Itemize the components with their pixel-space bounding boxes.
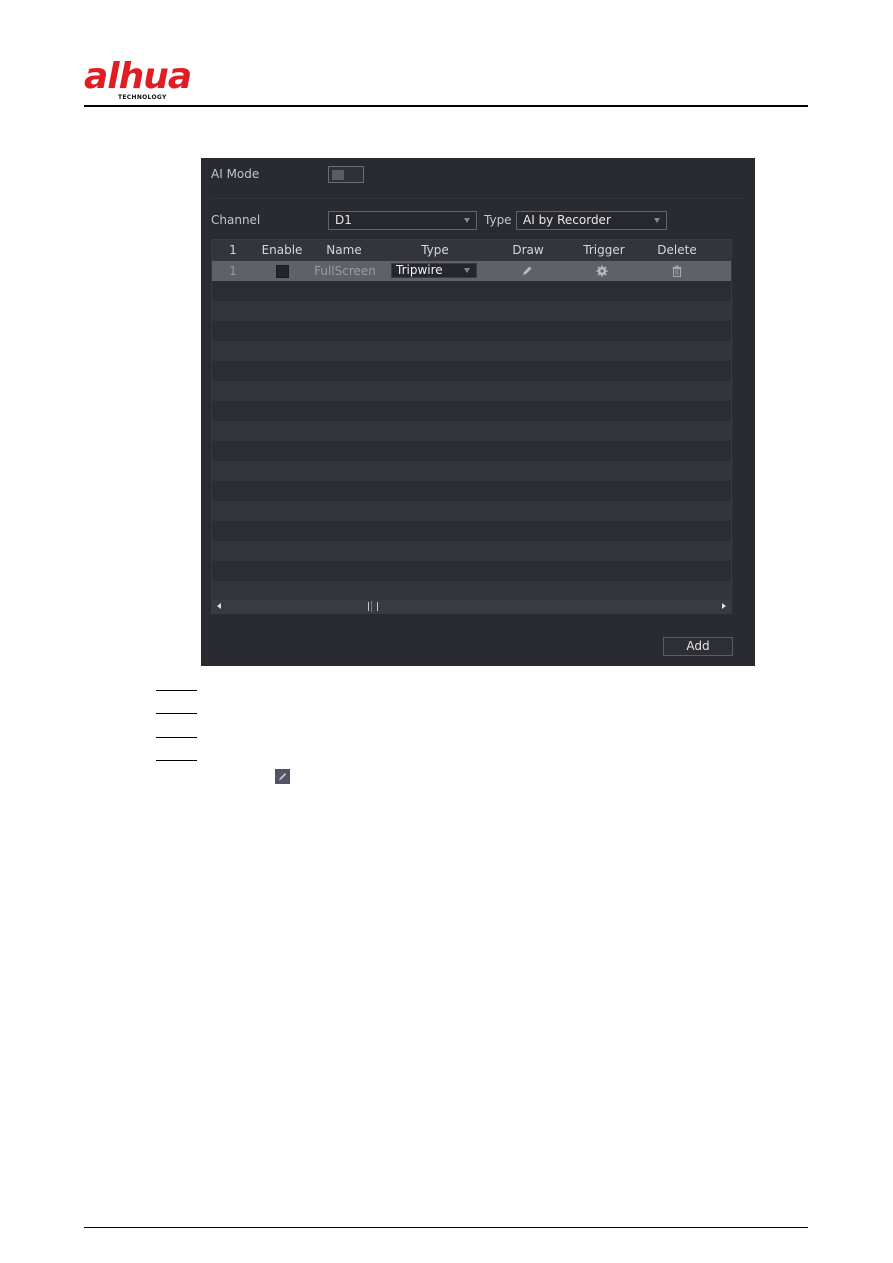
channel-select[interactable]: D1 [328, 211, 477, 230]
chevron-down-icon [464, 268, 470, 273]
table-row-empty [212, 341, 731, 361]
channel-label: Channel [211, 213, 261, 227]
col-name: Name [326, 243, 362, 257]
rules-table: 1 Enable Name Type Draw Trigger Delete 1… [211, 239, 732, 614]
table-row-empty [212, 501, 731, 521]
table-row-empty [212, 521, 731, 541]
col-index: 1 [229, 243, 237, 257]
gear-icon[interactable] [596, 265, 608, 277]
horizontal-scrollbar[interactable] [212, 600, 731, 613]
table-row-empty [212, 541, 731, 561]
scroll-left-icon[interactable] [217, 603, 221, 609]
col-trigger: Trigger [583, 243, 625, 257]
pencil-icon[interactable] [521, 265, 533, 277]
divider [211, 198, 745, 199]
step-marker-4 [156, 760, 197, 761]
table-row-empty [212, 401, 731, 421]
table-row-empty [212, 561, 731, 581]
type-value: AI by Recorder [523, 213, 611, 227]
table-row-empty [212, 581, 731, 601]
step-marker-2 [156, 713, 197, 714]
ai-rule-config-panel: AI Mode Channel D1 Type AI by Recorder 1… [201, 158, 755, 666]
ai-mode-toggle[interactable] [328, 166, 364, 183]
add-button[interactable]: Add [663, 637, 733, 656]
table-row-empty [212, 421, 731, 441]
table-row-empty [212, 481, 731, 501]
rule-type-value: Tripwire [396, 263, 443, 277]
step-marker-1 [156, 690, 197, 691]
table-header: 1 Enable Name Type Draw Trigger Delete [212, 240, 731, 261]
channel-value: D1 [335, 213, 352, 227]
col-type: Type [421, 243, 449, 257]
table-row-empty [212, 321, 731, 341]
enable-checkbox[interactable] [276, 265, 289, 278]
table-row-empty [212, 381, 731, 401]
table-row-empty [212, 281, 731, 301]
dahua-logo: alhua TECHNOLOGY [84, 56, 214, 104]
pencil-icon [279, 773, 287, 781]
logo-text: alhua [84, 56, 192, 97]
col-delete: Delete [657, 243, 697, 257]
col-draw: Draw [512, 243, 544, 257]
table-row[interactable]: 1 FullScreen Tripwire [212, 261, 731, 281]
toggle-knob [332, 170, 344, 180]
footer-rule [84, 1227, 808, 1228]
inline-pencil-icon [275, 769, 290, 784]
type-label: Type [484, 213, 512, 227]
trash-icon[interactable] [672, 265, 682, 277]
ai-mode-label: AI Mode [211, 167, 260, 181]
chevron-down-icon [654, 218, 660, 223]
scroll-thumb-grip [371, 601, 372, 612]
logo-subtext: TECHNOLOGY [118, 94, 167, 101]
col-enable: Enable [261, 243, 303, 257]
header-rule [84, 105, 808, 107]
scroll-thumb[interactable] [368, 602, 378, 611]
type-select[interactable]: AI by Recorder [516, 211, 667, 230]
row-name: FullScreen [314, 264, 376, 278]
table-row-empty [212, 361, 731, 381]
chevron-down-icon [464, 218, 470, 223]
row-index: 1 [229, 264, 237, 278]
rule-type-select[interactable]: Tripwire [391, 263, 477, 278]
table-row-empty [212, 301, 731, 321]
scroll-right-icon[interactable] [722, 603, 726, 609]
step-marker-3 [156, 737, 197, 738]
table-row-empty [212, 441, 731, 461]
table-row-empty [212, 461, 731, 481]
